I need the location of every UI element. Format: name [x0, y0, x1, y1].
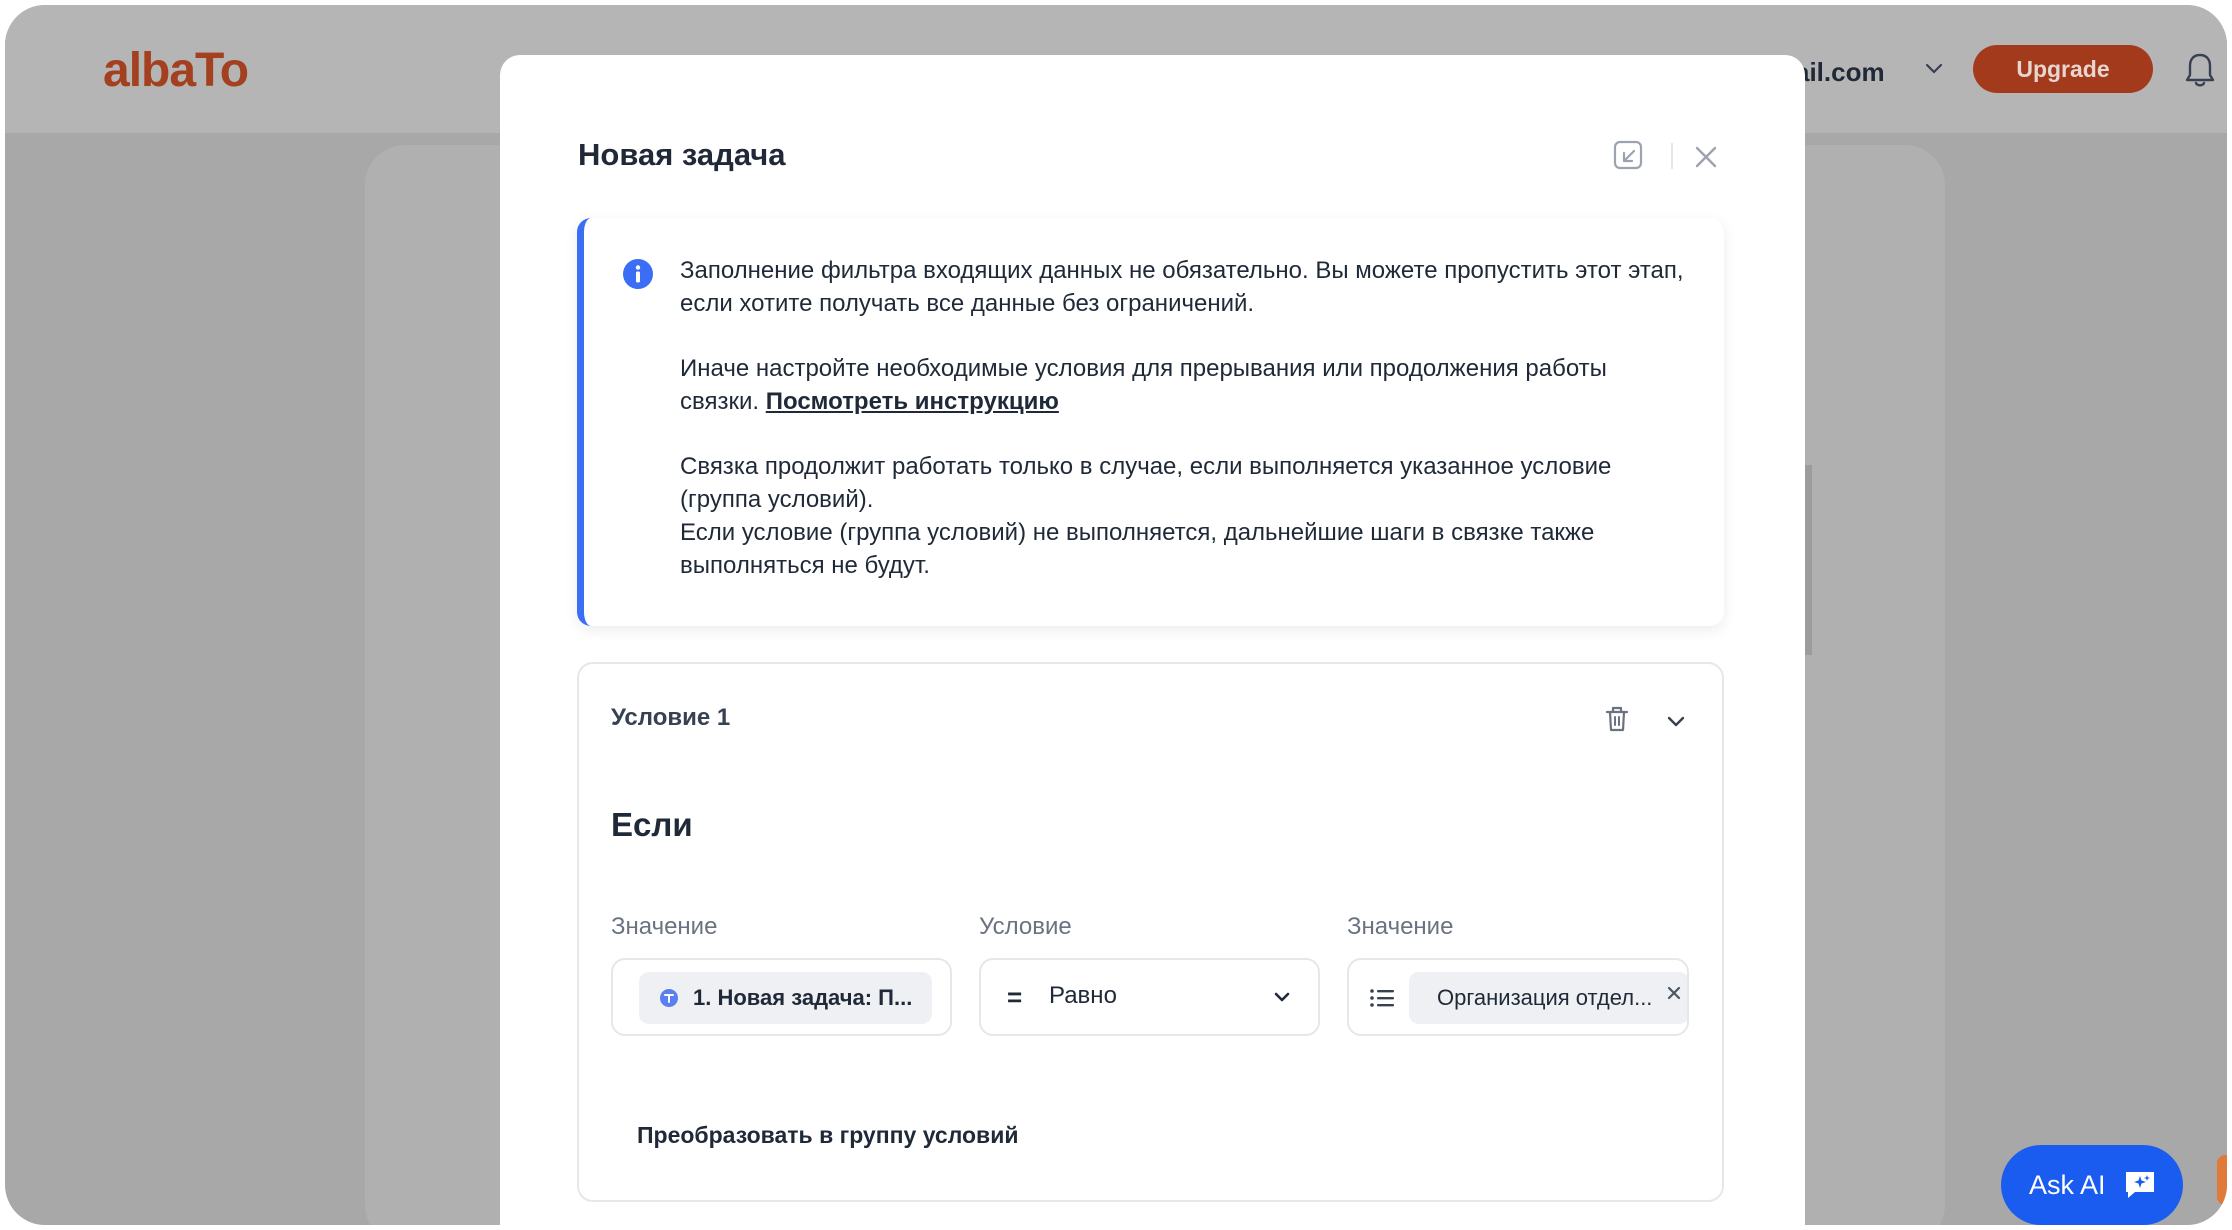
- left-value-field[interactable]: 1. Новая задача: П...: [611, 958, 952, 1036]
- info-line: Если условие (группа условий) не выполня…: [680, 519, 1595, 579]
- user-email[interactable]: ail.com: [1795, 57, 1885, 88]
- trello-icon: [660, 989, 678, 1007]
- left-value-text: 1. Новая задача: П...: [693, 985, 912, 1011]
- info-text: Заполнение фильтра входящих данных не об…: [680, 254, 1690, 582]
- condition-title: Условие 1: [611, 704, 731, 731]
- ai-chat-icon: [2126, 1172, 2154, 1198]
- bell-icon[interactable]: [2183, 51, 2217, 89]
- operator-label: Условие: [979, 913, 1072, 940]
- chevron-down-icon: [1274, 992, 1290, 1002]
- left-value-chip[interactable]: 1. Новая задача: П...: [639, 972, 933, 1024]
- chevron-down-icon[interactable]: [1923, 57, 1945, 79]
- info-line: Связка продолжит работать только в случа…: [680, 453, 1612, 513]
- close-icon[interactable]: [1692, 143, 1720, 171]
- info-paragraph: Заполнение фильтра входящих данных не об…: [680, 257, 1684, 317]
- list-icon[interactable]: [1367, 984, 1397, 1012]
- header-divider: [1671, 143, 1673, 169]
- info-paragraph: Иначе настройте необходимые условия для …: [680, 352, 1690, 418]
- right-value-field[interactable]: Организация отдел...: [1347, 958, 1689, 1036]
- operator-select[interactable]: = Равно: [979, 958, 1320, 1036]
- left-value-bold: 1. Новая задача: П...: [693, 985, 913, 1010]
- info-icon: [623, 259, 653, 289]
- right-value-label: Значение: [1347, 913, 1454, 940]
- instructions-link[interactable]: Посмотреть инструкцию: [766, 388, 1059, 415]
- operator-value: Равно: [1049, 982, 1117, 1009]
- condition-card: Условие 1 Если Значение Условие Значение…: [577, 662, 1724, 1202]
- side-widget-edge[interactable]: [2217, 1155, 2227, 1205]
- albato-logo[interactable]: albaTo: [103, 43, 249, 98]
- app-frame: albaTo ail.com Upgrade Новая задача Запо…: [5, 5, 2227, 1225]
- right-value-chip[interactable]: Организация отдел...: [1409, 972, 1687, 1024]
- chevron-down-icon[interactable]: [1663, 708, 1689, 734]
- minimize-icon[interactable]: [1612, 139, 1646, 173]
- remove-icon[interactable]: [1665, 984, 1683, 1002]
- ask-ai-button[interactable]: Ask AI: [2001, 1145, 2183, 1225]
- upgrade-button[interactable]: Upgrade: [1973, 45, 2153, 93]
- equals-icon: =: [1007, 982, 1023, 1012]
- new-task-modal: Новая задача Заполнение фильтра входящих…: [500, 55, 1805, 1225]
- modal-title: Новая задача: [578, 137, 786, 172]
- info-paragraph: Связка продолжит работать только в случа…: [680, 450, 1690, 582]
- ask-ai-label: Ask AI: [2029, 1169, 2106, 1200]
- left-value-label: Значение: [611, 913, 718, 940]
- info-callout: Заполнение фильтра входящих данных не об…: [577, 218, 1724, 626]
- if-heading: Если: [611, 806, 693, 843]
- trash-icon[interactable]: [1603, 704, 1631, 734]
- convert-to-group-button[interactable]: Преобразовать в группу условий: [637, 1122, 1018, 1149]
